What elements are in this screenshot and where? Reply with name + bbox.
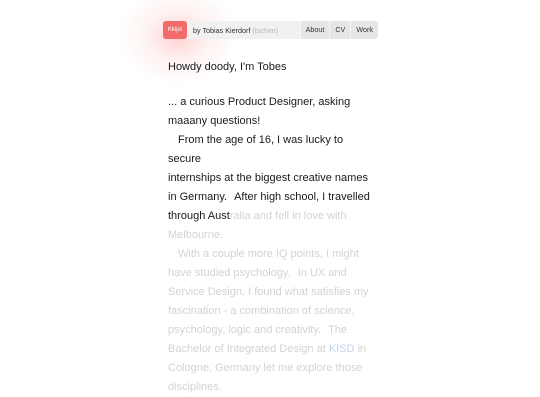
intro-line-faded: Service Design, I found what satisfies m… xyxy=(168,286,369,298)
logo-text: Kkijel xyxy=(167,27,183,33)
intro-line-faded: psychology, logic and creativity. xyxy=(168,324,322,336)
intro-line-faded: ralia and fell in love with xyxy=(229,210,347,222)
nav-about-link[interactable]: About xyxy=(299,21,330,39)
intro-line: in Germany. xyxy=(168,191,228,203)
intro-content: Howdy doody, I'm Tobes ... a curious Pro… xyxy=(168,58,373,397)
top-bar: Kkijel by Tobias Kierdorf (tschim) About… xyxy=(163,21,378,39)
intro-line-faded: disciplines. xyxy=(168,381,222,393)
intro-line: ... a curious Product Designer, asking xyxy=(168,96,351,108)
pronunciation-hint: (tschim) xyxy=(252,25,278,35)
intro-line: through Aust xyxy=(168,210,230,222)
intro-line: internships at the biggest creative name… xyxy=(168,172,368,184)
byline-name: by Tobias Kierdorf xyxy=(193,25,251,35)
intro-line-faded: have studied psychology. xyxy=(168,267,291,279)
intro-line-faded: Melbourne. xyxy=(168,229,224,241)
kisd-link[interactable]: KISD xyxy=(329,343,355,355)
logo[interactable]: Kkijel xyxy=(163,21,187,39)
intro-line-faded: in xyxy=(354,343,367,355)
nav-work-link[interactable]: Work xyxy=(350,21,378,39)
intro-line: From the age of 16, I was lucky to secur… xyxy=(168,134,344,165)
intro-line-faded: In UX and xyxy=(297,267,347,279)
intro-line: maaany questions! xyxy=(168,115,261,127)
greeting-heading: Howdy doody, I'm Tobes xyxy=(168,61,287,73)
intro-line-faded: fascination - a combination of science, xyxy=(168,305,355,317)
intro-line: After high school, I travelled xyxy=(234,191,370,203)
intro-line-faded: Cologne, Germany let me explore those xyxy=(168,362,363,374)
byline: by Tobias Kierdorf (tschim) xyxy=(193,26,278,35)
nav-cv-link[interactable]: CV xyxy=(329,21,351,39)
intro-paragraph: ... a curious Product Designer, asking m… xyxy=(168,93,373,397)
intro-line-faded: Bachelor of Integrated Design at xyxy=(168,343,329,355)
main-nav: About CV Work xyxy=(299,21,378,39)
intro-line-faded: The xyxy=(328,324,348,336)
intro-line-faded: With a couple more IQ points, I might xyxy=(178,248,359,260)
